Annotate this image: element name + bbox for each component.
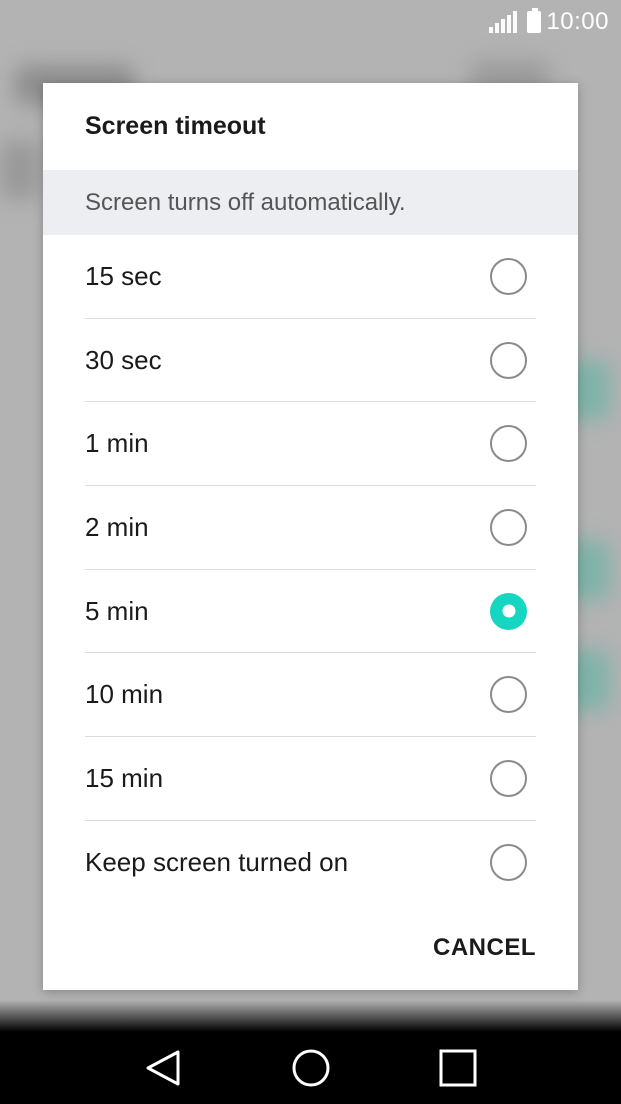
option-label: 2 min	[85, 511, 149, 542]
option-5-min[interactable]: 5 min	[85, 570, 536, 654]
option-1-min[interactable]: 1 min	[85, 402, 536, 487]
background-blur	[0, 140, 40, 200]
radio-button[interactable]	[490, 759, 527, 797]
radio-button[interactable]	[490, 592, 527, 630]
option-15-sec[interactable]: 15 sec	[85, 235, 536, 319]
back-icon[interactable]	[140, 1044, 188, 1092]
status-bar: 10:00	[0, 0, 621, 44]
battery-icon	[527, 8, 542, 33]
dialog-actions: CANCEL	[433, 934, 536, 962]
dialog-subtitle: Screen turns off automatically.	[43, 170, 578, 235]
option-label: 15 min	[85, 762, 164, 793]
option-10-min[interactable]: 10 min	[85, 653, 536, 738]
screen-timeout-dialog: Screen timeout Screen turns off automati…	[43, 83, 578, 990]
radio-button[interactable]	[490, 425, 527, 463]
dialog-title: Screen timeout	[85, 112, 266, 140]
option-label: 30 sec	[85, 344, 162, 375]
recents-icon[interactable]	[434, 1044, 482, 1092]
home-icon[interactable]	[287, 1044, 335, 1092]
option-label: 10 min	[85, 679, 164, 710]
radio-button[interactable]	[490, 341, 527, 379]
option-30-sec[interactable]: 30 sec	[85, 319, 536, 403]
cancel-button[interactable]: CANCEL	[433, 934, 536, 962]
radio-button[interactable]	[490, 676, 527, 714]
timeout-options-list: 15 sec 30 sec 1 min 2 min 5 min 10 min 1…	[43, 235, 578, 905]
option-2-min[interactable]: 2 min	[85, 486, 536, 570]
radio-button[interactable]	[490, 844, 527, 882]
option-label: 5 min	[85, 595, 149, 626]
nav-bar-fade	[0, 1000, 621, 1032]
navigation-bar	[0, 1032, 621, 1104]
option-15-min[interactable]: 15 min	[85, 737, 536, 821]
option-keep-screen-on[interactable]: Keep screen turned on	[85, 821, 536, 905]
radio-button[interactable]	[490, 508, 527, 546]
signal-icon	[489, 11, 518, 33]
radio-button[interactable]	[490, 257, 527, 295]
option-label: 15 sec	[85, 260, 162, 291]
option-label: 1 min	[85, 428, 149, 459]
status-clock: 10:00	[546, 8, 609, 35]
option-label: Keep screen turned on	[85, 847, 349, 878]
